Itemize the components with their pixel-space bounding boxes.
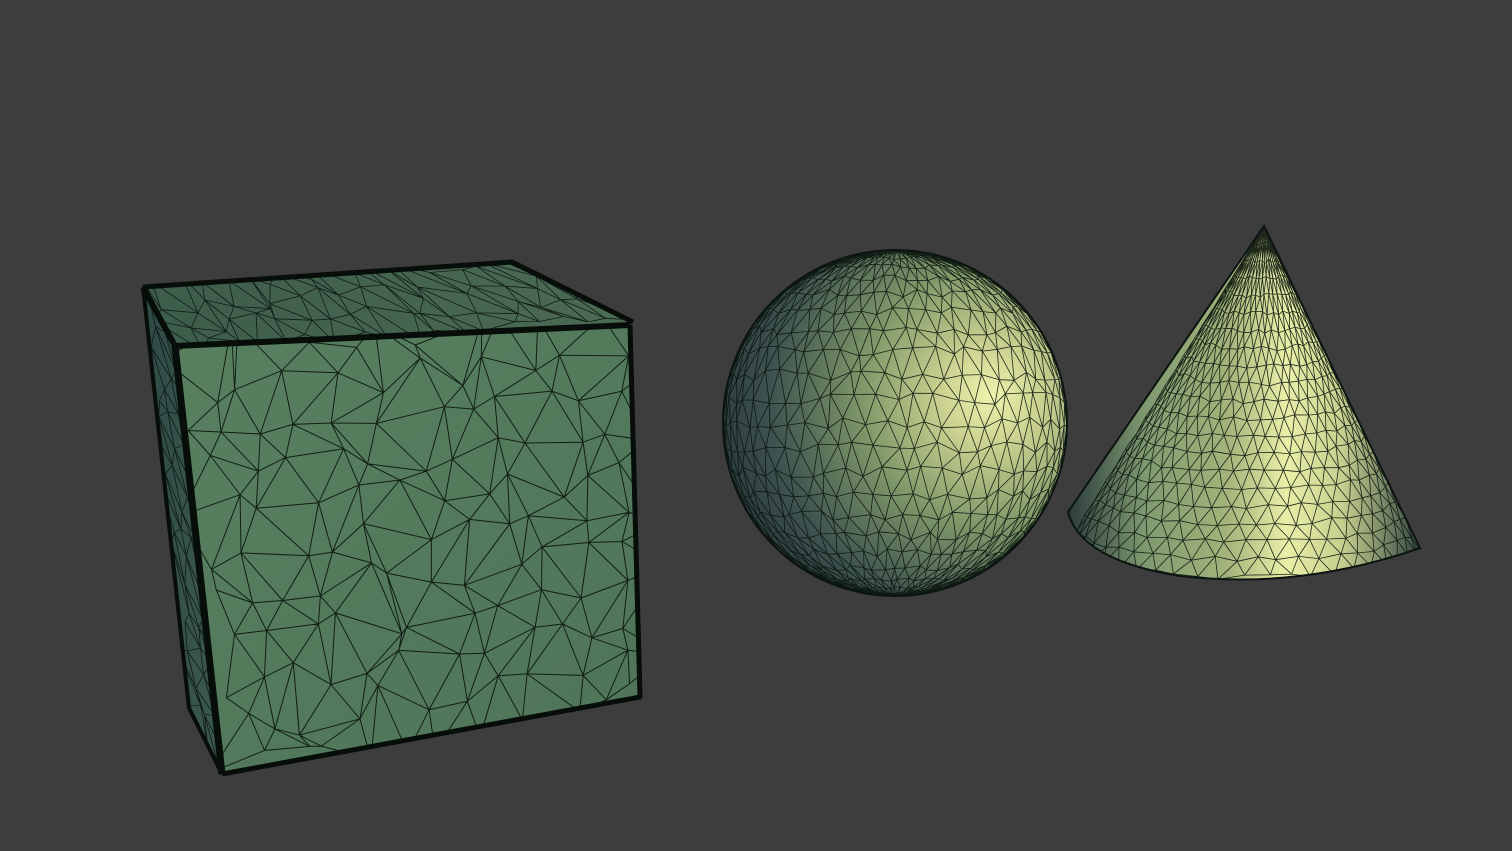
scene-canvas[interactable] bbox=[0, 0, 1512, 851]
cone-surface bbox=[1068, 226, 1420, 580]
sphere-mesh[interactable] bbox=[722, 249, 1068, 597]
cube-front-face bbox=[175, 325, 640, 774]
3d-viewport[interactable] bbox=[0, 0, 1512, 851]
cube-mesh[interactable] bbox=[140, 254, 665, 777]
cone-mesh[interactable] bbox=[1066, 224, 1423, 581]
